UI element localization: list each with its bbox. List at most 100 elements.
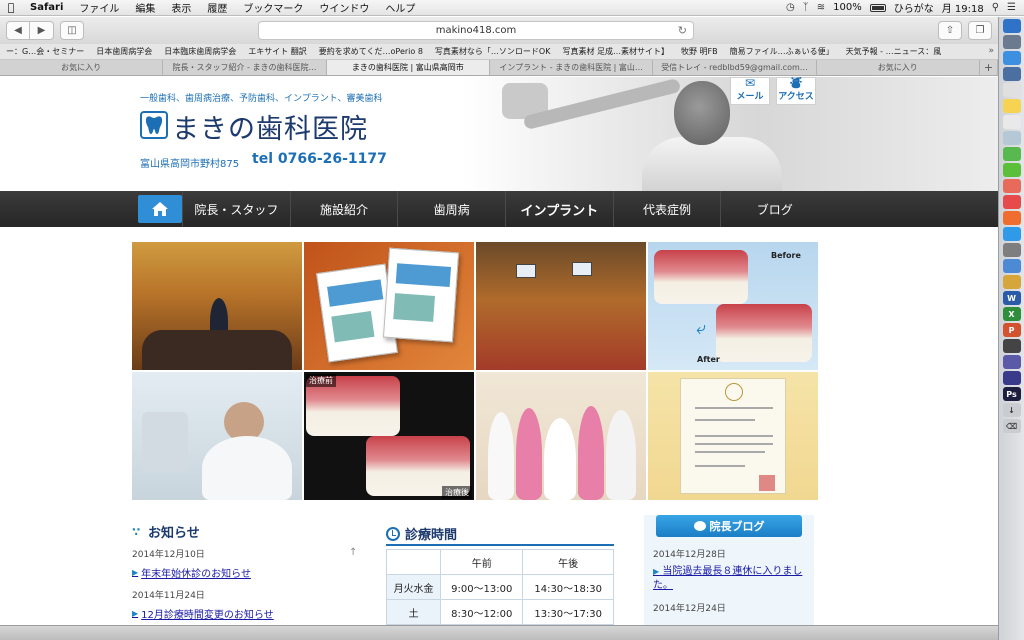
notes-icon[interactable] bbox=[1002, 99, 1021, 113]
forward-button[interactable]: ▶ bbox=[30, 21, 54, 40]
blog-button[interactable]: 院長ブログ bbox=[656, 515, 802, 537]
photo-lecture[interactable] bbox=[132, 242, 302, 370]
ibooks-icon[interactable] bbox=[1002, 211, 1021, 225]
bookmark-item[interactable]: 天気予報 - …ニュース：風 bbox=[840, 46, 948, 57]
nav-item-staff[interactable]: 院長・スタッフ bbox=[182, 191, 290, 227]
word-icon[interactable]: W bbox=[1002, 291, 1021, 305]
notification-icon[interactable]: ☰ bbox=[1007, 2, 1016, 13]
photo-books[interactable] bbox=[304, 242, 474, 370]
tab-home-active[interactable]: まきの歯科医院 | 富山県高岡市 bbox=[326, 60, 490, 75]
back-button[interactable]: ◀ bbox=[6, 21, 30, 40]
bookmark-item[interactable]: 写真素材 足成…素材サイト】 bbox=[556, 46, 675, 57]
nav-item-cases[interactable]: 代表症例 bbox=[612, 191, 721, 227]
nav-item-facility[interactable]: 施設紹介 bbox=[289, 191, 398, 227]
post-treatment-label: 治療後 bbox=[442, 486, 472, 499]
clinic-name-logo[interactable]: まきの歯科医院 bbox=[172, 107, 368, 146]
tab-staff[interactable]: 院長・スタッフ紹介 - まきの歯科医院… bbox=[163, 60, 327, 75]
photo-treatment-result[interactable]: 治療前 治療後 bbox=[304, 372, 474, 500]
bookmark-item[interactable]: 簡易ファイル…ふぁいる便」 bbox=[724, 46, 840, 57]
bookmark-item[interactable]: 日本臨床歯周病学会 bbox=[158, 46, 242, 57]
address-bar[interactable]: makino418.com ↻ bbox=[258, 21, 694, 40]
terminal-icon[interactable] bbox=[1002, 339, 1021, 353]
app-icon[interactable] bbox=[1002, 371, 1021, 385]
news-item-link[interactable]: ▶ 年末年始休診のお知らせ bbox=[132, 565, 358, 580]
hours-table: 午前 午後 月火水金 9:00～13:00 14:30～18:30 土 8:30… bbox=[385, 549, 614, 625]
mail-button[interactable]: ✉ メール bbox=[730, 77, 770, 105]
menu-history[interactable]: 履歴 bbox=[199, 0, 235, 15]
apple-icon[interactable]:  bbox=[0, 1, 22, 14]
nav-item-periodontal[interactable]: 歯周病 bbox=[397, 191, 505, 227]
facetime-icon[interactable] bbox=[1002, 163, 1021, 177]
itunes-icon[interactable] bbox=[1002, 195, 1021, 209]
menu-file[interactable]: ファイル bbox=[71, 0, 127, 15]
bluetooth-icon[interactable]: ᛉ bbox=[803, 2, 809, 13]
photoshop-icon[interactable]: Ps bbox=[1002, 387, 1021, 401]
bookmark-item[interactable]: 日本歯周病学会 bbox=[90, 46, 158, 57]
menu-help[interactable]: ヘルプ bbox=[377, 0, 423, 15]
blog-item-link[interactable]: ▶ 当院過去最長８連休に入りました。 bbox=[653, 565, 808, 593]
bookmark-item[interactable]: ー：G…会・セミナー bbox=[0, 46, 90, 57]
spotlight-icon[interactable]: ⚲ bbox=[992, 2, 999, 13]
clinic-phone[interactable]: tel 0766-26-1177 bbox=[252, 151, 387, 167]
reload-icon[interactable]: ↻ bbox=[678, 24, 687, 37]
photo-certificate[interactable] bbox=[648, 372, 818, 500]
finder-icon[interactable] bbox=[1002, 19, 1021, 33]
menu-bookmarks[interactable]: ブックマーク bbox=[235, 0, 311, 15]
sidebar-toggle-button[interactable]: ◫ bbox=[60, 21, 84, 40]
tab-favorites-2[interactable]: お気に入り bbox=[817, 60, 980, 75]
menu-edit[interactable]: 編集 bbox=[127, 0, 163, 15]
photo-before-after[interactable]: Before After ⤶ bbox=[648, 242, 818, 370]
bookmarks-overflow-icon[interactable]: » bbox=[988, 46, 994, 56]
nav-home-button[interactable] bbox=[138, 195, 182, 223]
pages-icon[interactable] bbox=[1002, 275, 1021, 289]
news-heading: ∵ お知らせ bbox=[132, 522, 200, 542]
tab-inbox[interactable]: 受信トレイ - redblbd59@gmail.com… bbox=[653, 60, 817, 75]
bookmark-item[interactable]: 写真素材なら「…ソンロードOK bbox=[429, 46, 557, 57]
excel-icon[interactable]: X bbox=[1002, 307, 1021, 321]
launchpad-icon[interactable] bbox=[1002, 35, 1021, 49]
trash-icon[interactable]: ⌫ bbox=[1002, 419, 1021, 433]
photo-staff[interactable] bbox=[476, 372, 646, 500]
safari-icon[interactable] bbox=[1002, 51, 1021, 65]
menu-view[interactable]: 表示 bbox=[163, 0, 199, 15]
input-method[interactable]: ひらがな bbox=[894, 0, 934, 15]
news-item-link[interactable]: ▶ 12月診療時間変更のお知らせ bbox=[132, 606, 358, 621]
bookmark-item[interactable]: 要約を求めてくだ…oPerio 8 bbox=[313, 46, 429, 57]
address-url: makino418.com bbox=[435, 25, 517, 36]
bookmark-item[interactable]: エキサイト 翻訳 bbox=[242, 46, 313, 57]
app-store-icon[interactable] bbox=[1002, 227, 1021, 241]
access-button[interactable]: ⛇ アクセス bbox=[776, 77, 816, 105]
tabs-overview-button[interactable]: ❐ bbox=[968, 21, 992, 40]
menu-window[interactable]: ウインドウ bbox=[311, 0, 377, 15]
maps-icon[interactable] bbox=[1002, 131, 1021, 145]
photos-icon[interactable] bbox=[1002, 179, 1021, 193]
photo-conference[interactable] bbox=[476, 242, 646, 370]
menu-app-safari[interactable]: Safari bbox=[22, 2, 71, 13]
news-title-text: お知らせ bbox=[148, 526, 200, 541]
nav-item-implant[interactable]: インプラント bbox=[505, 191, 613, 227]
battery-icon[interactable] bbox=[869, 3, 886, 12]
calendar-icon[interactable] bbox=[1002, 83, 1021, 97]
new-tab-icon[interactable]: + bbox=[980, 60, 998, 75]
blog-item-text: 当院過去最長８連休に入りました。 bbox=[653, 566, 803, 591]
downloads-icon[interactable]: ↓ bbox=[1002, 403, 1021, 417]
tab-favorites[interactable]: お気に入り bbox=[0, 60, 164, 75]
mail-label: メール bbox=[736, 92, 764, 102]
mail-app-icon[interactable] bbox=[1002, 67, 1021, 81]
bookmark-item[interactable]: 牧野 明FB bbox=[675, 46, 724, 57]
photo-treatment[interactable] bbox=[132, 372, 302, 500]
nav-item-blog[interactable]: ブログ bbox=[720, 191, 828, 227]
tab-implant[interactable]: インプラント - まきの歯科医院 | 富山… bbox=[490, 60, 654, 75]
keynote-icon[interactable] bbox=[1002, 259, 1021, 273]
wifi-icon[interactable]: ≋ bbox=[817, 2, 825, 13]
menu-clock[interactable]: 月 19:18 bbox=[942, 0, 984, 15]
time-machine-icon[interactable]: ◷ bbox=[786, 2, 795, 13]
share-button[interactable]: ⇧ bbox=[938, 21, 962, 40]
hours-header-cell bbox=[385, 549, 442, 575]
system-preferences-icon[interactable] bbox=[1002, 243, 1021, 257]
messages-icon[interactable] bbox=[1002, 147, 1021, 161]
app-icon[interactable] bbox=[1002, 355, 1021, 369]
hours-title-text: 診療時間 bbox=[405, 528, 458, 543]
reminders-icon[interactable] bbox=[1002, 115, 1021, 129]
powerpoint-icon[interactable]: P bbox=[1002, 323, 1021, 337]
